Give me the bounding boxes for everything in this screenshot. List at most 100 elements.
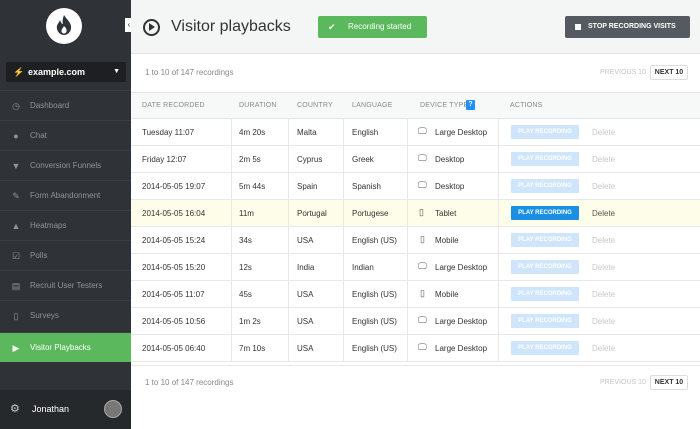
cell-language: Greek <box>352 155 374 164</box>
delete-button[interactable]: Delete <box>592 182 615 191</box>
cell-divider <box>498 308 499 335</box>
survey-icon: ▯ <box>13 311 19 321</box>
username: Jonathan <box>32 404 70 414</box>
stop-recording-button[interactable]: STOP RECORDING VISITS <box>565 16 690 38</box>
sidebar-item-form-abandonment[interactable]: ✎ Form Abandonment <box>0 180 131 210</box>
cell-divider <box>407 254 408 281</box>
help-icon[interactable]: ? <box>466 100 475 110</box>
column-header-duration[interactable]: DURATION <box>239 102 277 109</box>
play-recording-button[interactable]: PLAY RECORDING <box>511 206 579 220</box>
play-recording-button[interactable]: PLAY RECORDING <box>511 233 579 247</box>
cell-divider <box>498 173 499 200</box>
previous-page-button-top[interactable]: PREVIOUS 10 <box>600 69 646 76</box>
cell-date: 2014-05-05 11:07 <box>142 290 205 299</box>
sidebar-item-label: Chat <box>30 131 47 140</box>
next-page-button-bottom[interactable]: NEXT 10 <box>650 375 688 390</box>
cell-language: Spanish <box>352 182 381 191</box>
cell-divider <box>343 281 344 308</box>
play-recording-button[interactable]: PLAY RECORDING <box>511 260 579 274</box>
next-page-button-top[interactable]: NEXT 10 <box>650 65 688 80</box>
delete-button[interactable]: Delete <box>592 344 615 353</box>
cell-country: USA <box>297 236 314 245</box>
sidebar-item-polls[interactable]: ☑ Polls <box>0 240 131 270</box>
play-recording-button[interactable]: PLAY RECORDING <box>511 287 579 301</box>
cell-country: USA <box>297 344 314 353</box>
cell-divider <box>288 254 289 281</box>
cell-divider <box>231 335 232 362</box>
sidebar-item-dashboard[interactable]: ◷ Dashboard <box>0 90 131 120</box>
cell-country: Spain <box>297 182 318 191</box>
table-row: Friday 12:07 2m 5s Cyprus Greek 🖵 Deskto… <box>131 146 700 173</box>
table-row: 2014-05-05 10:56 1m 2s USA English (US) … <box>131 308 700 335</box>
play-recording-button[interactable]: PLAY RECORDING <box>511 179 579 193</box>
flame-logo-icon[interactable] <box>46 8 82 44</box>
column-header-country[interactable]: COUNTRY <box>297 102 333 109</box>
check-icon: ✔ <box>328 22 336 32</box>
funnel-icon: ▼ <box>11 161 21 171</box>
cell-divider <box>343 335 344 362</box>
cell-divider <box>407 146 408 173</box>
cell-date: 2014-05-05 15:20 <box>142 263 206 272</box>
cell-divider <box>231 119 232 146</box>
cell-divider <box>407 200 408 227</box>
cell-divider <box>231 173 232 200</box>
sidebar-item-visitor-playbacks[interactable]: ▶ Visitor Playbacks <box>0 332 131 362</box>
cell-divider <box>231 146 232 173</box>
delete-button[interactable]: Delete <box>592 263 615 272</box>
phone-icon: ▯ <box>420 288 425 298</box>
sidebar-item-surveys[interactable]: ▯ Surveys <box>0 300 131 330</box>
previous-page-button-bottom[interactable]: PREVIOUS 10 <box>600 379 646 386</box>
column-header-date[interactable]: DATE RECORDED <box>142 102 205 109</box>
cell-country: India <box>297 263 315 272</box>
delete-button[interactable]: Delete <box>592 209 615 218</box>
table-row: 2014-05-05 19:07 5m 44s Spain Spanish 🖵 … <box>131 173 700 200</box>
cell-duration: 45s <box>239 290 252 299</box>
delete-button[interactable]: Delete <box>592 236 615 245</box>
cell-divider <box>231 281 232 308</box>
recordings-count-bottom: 1 to 10 of 147 recordings <box>145 378 234 387</box>
cell-divider <box>407 227 408 254</box>
play-recording-button[interactable]: PLAY RECORDING <box>511 341 579 355</box>
delete-button[interactable]: Delete <box>592 317 615 326</box>
cell-country: USA <box>297 317 314 326</box>
sidebar-item-recruit-user-testers[interactable]: ▤ Recruit User Testers <box>0 270 131 300</box>
monitor-icon: 🖵 <box>418 153 427 163</box>
cell-divider <box>407 335 408 362</box>
sidebar-item-chat[interactable]: ● Chat <box>0 120 131 150</box>
dashboard-icon: ◷ <box>12 101 20 111</box>
checkbox-icon: ☑ <box>11 251 21 261</box>
cell-duration: 11m <box>239 209 254 218</box>
table-row: 2014-05-05 15:24 34s USA English (US) ▯ … <box>131 227 700 254</box>
cell-divider <box>343 308 344 335</box>
cell-duration: 12s <box>239 263 252 272</box>
play-recording-button[interactable]: PLAY RECORDING <box>511 314 579 328</box>
delete-button[interactable]: Delete <box>592 290 615 299</box>
column-header-language[interactable]: LANGUAGE <box>352 102 393 109</box>
cell-divider <box>407 119 408 146</box>
play-circle-icon <box>143 19 160 36</box>
cell-device: Desktop <box>435 182 465 191</box>
delete-button[interactable]: Delete <box>592 155 615 164</box>
cell-language: Portugese <box>352 209 389 218</box>
sidebar-item-label: Recruit User Testers <box>30 281 103 290</box>
site-selector[interactable]: ⚡ example.com ▼ <box>6 62 126 82</box>
cell-divider <box>288 281 289 308</box>
cell-divider <box>343 119 344 146</box>
page-title: Visitor playbacks <box>171 18 291 35</box>
monitor-icon: 🖵 <box>418 342 427 352</box>
cell-divider <box>407 281 408 308</box>
cell-divider <box>498 119 499 146</box>
gear-icon[interactable]: ⚙ <box>10 402 20 415</box>
cell-date: Tuesday 11:07 <box>142 128 195 137</box>
sidebar-item-conversion-funnels[interactable]: ▼ Conversion Funnels <box>0 150 131 180</box>
play-recording-button[interactable]: PLAY RECORDING <box>511 152 579 166</box>
delete-button[interactable]: Delete <box>592 128 615 137</box>
column-header-device-type[interactable]: DEVICE TYPE <box>420 102 468 109</box>
cell-divider <box>407 173 408 200</box>
sidebar-item-heatmaps[interactable]: ▲ Heatmaps <box>0 210 131 240</box>
sidebar-item-label: Conversion Funnels <box>30 161 102 170</box>
logo-area <box>0 0 131 54</box>
avatar[interactable] <box>104 400 122 418</box>
play-recording-button[interactable]: PLAY RECORDING <box>511 125 579 139</box>
cell-duration: 2m 5s <box>239 155 261 164</box>
